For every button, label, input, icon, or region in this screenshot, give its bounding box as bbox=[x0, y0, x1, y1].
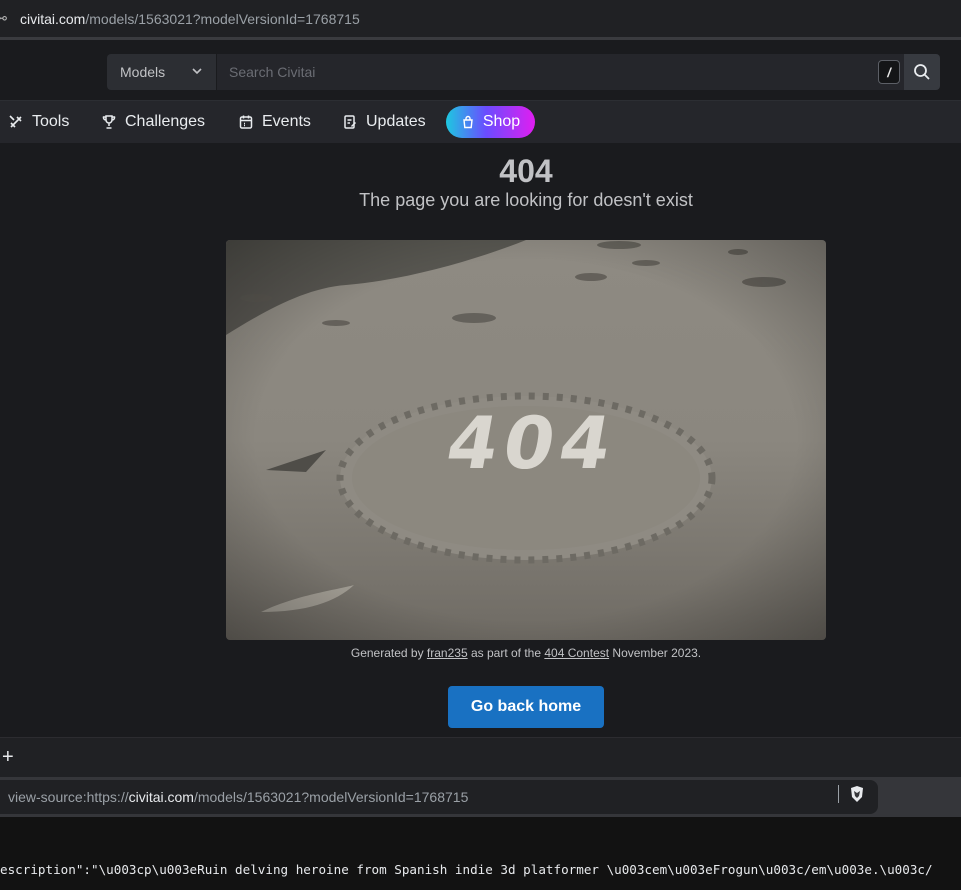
nav-item-label: Events bbox=[262, 113, 311, 130]
nav-item-tools[interactable]: Tools bbox=[8, 101, 69, 143]
view-source-url-field[interactable]: view-source:https://civitai.com/models/1… bbox=[0, 780, 878, 814]
tab-strip: + bbox=[0, 737, 961, 777]
author-link[interactable]: fran235 bbox=[427, 646, 468, 660]
error-image: 404 bbox=[226, 240, 826, 640]
error-code: 404 bbox=[499, 153, 553, 189]
search-bar: Models / bbox=[107, 54, 940, 90]
image-caption: Generated by fran235 as part of the 404 … bbox=[350, 646, 702, 660]
address-url[interactable]: civitai.com/models/1563021?modelVersionI… bbox=[20, 11, 360, 27]
nav-item-challenges[interactable]: Challenges bbox=[101, 101, 205, 143]
view-source-address-bar: view-source:https://civitai.com/models/1… bbox=[0, 777, 961, 817]
error-message: The page you are looking for doesn't exi… bbox=[359, 190, 693, 210]
go-back-home-button[interactable]: Go back home bbox=[448, 686, 604, 728]
divider bbox=[838, 785, 839, 803]
nav-item-label: Updates bbox=[366, 113, 426, 130]
source-line: escription":"\u003cp\u003eRuin delving h… bbox=[0, 862, 933, 877]
error-page: 404 The page you are looking for doesn't… bbox=[0, 143, 961, 737]
tools-icon bbox=[9, 115, 22, 128]
trophy-icon bbox=[102, 115, 116, 129]
new-tab-button[interactable]: + bbox=[2, 746, 14, 769]
shop-button-label: Shop bbox=[482, 113, 521, 130]
brave-shield-icon[interactable] bbox=[849, 785, 865, 808]
calendar-icon bbox=[239, 115, 253, 129]
source-view: escription":"\u003cp\u003eRuin delving h… bbox=[0, 817, 961, 890]
nav-item-label: Challenges bbox=[125, 113, 206, 130]
search-input[interactable] bbox=[217, 54, 878, 90]
nav-item-label: Tools bbox=[32, 113, 70, 130]
site-header: Models / bbox=[0, 40, 961, 101]
nav-item-updates[interactable]: Updates bbox=[342, 101, 426, 143]
main-nav: Tools Challenges Events Updates Shop bbox=[0, 101, 961, 143]
contest-link[interactable]: 404 Contest bbox=[544, 646, 609, 660]
chevron-down-icon bbox=[191, 65, 203, 80]
site-settings-icon[interactable]: ⚯ bbox=[0, 11, 14, 27]
search-category-select[interactable]: Models bbox=[107, 54, 217, 90]
shopping-bag-icon bbox=[463, 115, 473, 129]
browser-address-bar[interactable]: ⚯ civitai.com/models/1563021?modelVersio… bbox=[0, 0, 961, 40]
search-button[interactable] bbox=[904, 54, 940, 90]
search-category-value: Models bbox=[120, 64, 166, 80]
search-icon bbox=[914, 64, 930, 80]
search-shortcut-key: / bbox=[878, 60, 900, 84]
updates-icon bbox=[344, 115, 357, 129]
shop-button[interactable]: Shop bbox=[446, 106, 535, 138]
nav-item-events[interactable]: Events bbox=[238, 101, 311, 143]
